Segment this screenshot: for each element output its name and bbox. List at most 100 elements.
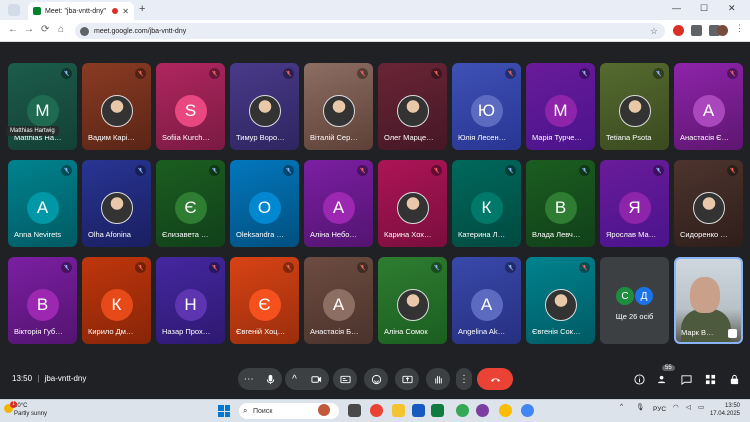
weather-alert-badge: 1 — [10, 401, 17, 408]
emoji-reactions-button[interactable] — [364, 368, 388, 390]
participant-tile[interactable]: Я Ярослав Ма… — [600, 160, 669, 247]
more-participants-tile[interactable]: С Д Ще 26 осіб — [600, 257, 669, 344]
more-options-button[interactable]: ⋮ — [456, 368, 472, 390]
participant-tile[interactable]: A Anna Nevirets — [8, 160, 77, 247]
participant-tile[interactable]: А Анастасія Є… — [674, 63, 743, 150]
file-explorer-icon[interactable] — [392, 404, 405, 417]
people-icon[interactable] — [656, 373, 668, 385]
participant-tile[interactable]: Тимур Воро… — [230, 63, 299, 150]
url-input[interactable]: meet.google.com/jba-vntt-dny ☆ — [75, 23, 665, 39]
word-app-icon[interactable] — [412, 404, 425, 417]
participant-name: Єлизавета … — [162, 230, 209, 239]
microphone-icon[interactable] — [265, 374, 276, 385]
activities-grid-icon[interactable] — [704, 373, 716, 385]
minimize-button[interactable]: — — [672, 3, 681, 13]
window-close-button[interactable]: ✕ — [728, 3, 736, 14]
extensions-puzzle-icon[interactable] — [691, 25, 702, 36]
participant-tile[interactable]: Tetiana Psota — [600, 63, 669, 150]
participant-tile[interactable]: Н Назар Прох… — [156, 257, 225, 344]
meeting-details-icon[interactable] — [633, 373, 645, 385]
maximize-button[interactable]: ☐ — [700, 3, 708, 14]
participant-initial-avatar: A — [26, 192, 59, 224]
camera-icon[interactable] — [311, 374, 322, 385]
participant-tile[interactable]: А Анастасія Б… — [304, 257, 373, 344]
participant-tile[interactable]: А Аліна Небо… — [304, 160, 373, 247]
browser-tab-meet[interactable]: Meet: "jba-vntt-dny" ✕ — [28, 2, 134, 20]
participant-initial-avatar: М — [544, 95, 577, 127]
participant-tile[interactable]: O Oleksandra … — [230, 160, 299, 247]
participant-tile[interactable]: Olha Afonina — [82, 160, 151, 247]
participant-tile[interactable]: A Angelina Ak… — [452, 257, 521, 344]
tray-overflow-arrow[interactable]: ^ — [620, 403, 623, 410]
participant-initial-avatar: А — [322, 192, 355, 224]
more-avatar-1: С — [616, 287, 634, 305]
back-button[interactable]: ← — [8, 24, 18, 35]
meet-grid: Євгенія Сок… A Angelina Ak… Аліна Сомок А Ана… — [0, 43, 750, 399]
participant-tile[interactable]: В Вікторія Губ… — [8, 257, 77, 344]
bookmark-star-icon[interactable]: ☆ — [650, 26, 658, 37]
participant-tile[interactable]: Сидоренко … — [674, 160, 743, 247]
weather-temp: 20°C — [14, 403, 28, 409]
task-view-icon[interactable] — [348, 404, 361, 417]
chrome-app-icon[interactable] — [370, 404, 383, 417]
participant-tile[interactable]: В Влада Левч… — [526, 160, 595, 247]
mic-options-button[interactable]: ⋯ — [244, 374, 254, 385]
extension-adblock-icon[interactable] — [673, 25, 684, 36]
tab-list-icon[interactable] — [8, 4, 20, 16]
host-controls-lock-icon[interactable] — [728, 373, 740, 385]
muted-mic-icon — [61, 68, 72, 79]
participant-tile[interactable]: Карина Хох… — [378, 160, 447, 247]
participant-tile[interactable]: Є Євгеній Хоц… — [230, 257, 299, 344]
wifi-icon[interactable]: ◠ — [673, 403, 679, 411]
self-view-options-icon[interactable] — [728, 329, 737, 338]
raise-hand-button[interactable] — [426, 368, 450, 390]
muted-mic-icon — [209, 165, 220, 176]
participant-tile[interactable]: M Matthias Ha… — [8, 63, 77, 150]
site-info-icon[interactable] — [80, 26, 89, 36]
home-button[interactable]: ⌂ — [58, 24, 64, 35]
store-app-icon[interactable] — [431, 404, 444, 417]
browser-menu-icon[interactable]: ⋮ — [735, 23, 746, 34]
leave-call-button[interactable] — [477, 368, 513, 390]
battery-icon[interactable]: ▭ — [698, 403, 704, 411]
participant-name: Віталій Сер… — [310, 133, 358, 142]
present-screen-button[interactable] — [395, 368, 419, 390]
chrome-profile-3-icon[interactable] — [499, 404, 512, 417]
meeting-time: 13:50 — [12, 374, 33, 383]
taskbar-clock[interactable]: 13:50 17.04.2025 — [710, 402, 740, 418]
weather-widget[interactable]: 1 20°C Partly sunny — [4, 401, 48, 418]
chrome-profile-2-icon[interactable] — [456, 404, 469, 417]
search-highlight-icon[interactable] — [318, 404, 330, 416]
keyboard-language[interactable]: РУС — [653, 406, 666, 413]
windows-start-icon[interactable] — [218, 405, 230, 417]
participant-tile[interactable]: Ю Юлія Лесен… — [452, 63, 521, 150]
microphone-tray-icon[interactable]: 🎙 — [636, 403, 644, 411]
reload-button[interactable]: ⟳ — [41, 24, 49, 35]
muted-mic-icon — [357, 68, 368, 79]
participant-tile[interactable]: Євгенія Сок… — [526, 257, 595, 344]
camera-options-button[interactable]: ^ — [292, 374, 297, 385]
tab-close-icon[interactable]: ✕ — [122, 7, 129, 16]
weather-desc: Partly sunny — [14, 411, 48, 417]
participant-tile[interactable]: К Кирило Дм… — [82, 257, 151, 344]
new-tab-button[interactable]: + — [139, 3, 145, 15]
self-video-tile[interactable]: Марк В… — [674, 257, 743, 344]
participant-tile[interactable]: К Катерина Л… — [452, 160, 521, 247]
participant-photo-avatar — [396, 192, 429, 224]
participant-tile[interactable]: М Марія Турче… — [526, 63, 595, 150]
forward-button[interactable]: → — [24, 24, 34, 35]
chrome-profile-4-icon[interactable] — [521, 404, 534, 417]
participant-tile[interactable]: Олег Марце… — [378, 63, 447, 150]
participant-tile[interactable]: S Sofiia Kurch… — [156, 63, 225, 150]
viber-app-icon[interactable] — [476, 404, 489, 417]
participant-name: Angelina Ak… — [458, 327, 506, 336]
profile-avatar[interactable] — [717, 25, 728, 36]
participant-name: Назар Прох… — [162, 327, 211, 336]
chat-icon[interactable] — [680, 373, 692, 385]
participant-tile[interactable]: Аліна Сомок — [378, 257, 447, 344]
participant-tile[interactable]: Віталій Сер… — [304, 63, 373, 150]
participant-tile[interactable]: Вадим Карі… — [82, 63, 151, 150]
participant-tile[interactable]: Є Єлизавета … — [156, 160, 225, 247]
volume-icon[interactable]: ◁ — [686, 403, 691, 411]
captions-button[interactable] — [333, 368, 357, 390]
